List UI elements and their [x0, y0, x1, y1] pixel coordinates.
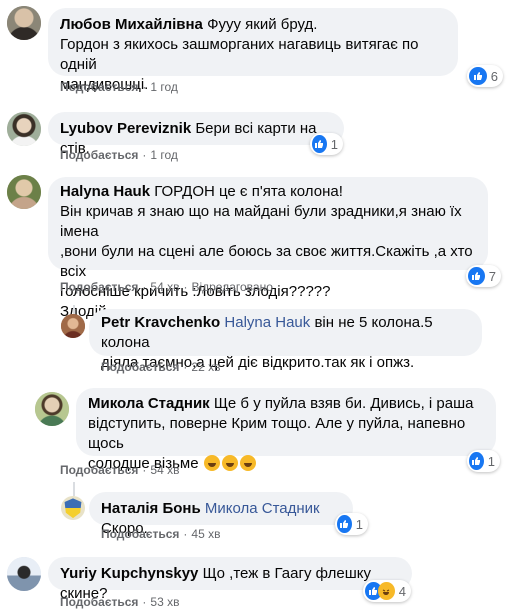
like-button[interactable]: Подобається: [60, 80, 138, 94]
comment-actions: Подобається · 22 хв: [101, 360, 220, 374]
separator: ·: [183, 280, 188, 294]
reaction-summary[interactable]: 1: [310, 133, 343, 155]
avatar[interactable]: [35, 392, 69, 426]
reply-bubble: Petr Kravchenko Halyna Hauk він не 5 кол…: [89, 309, 482, 371]
reaction-summary[interactable]: 1: [467, 450, 500, 472]
avatar[interactable]: [7, 557, 41, 591]
reaction-summary[interactable]: 6: [467, 65, 503, 87]
separator: ·: [142, 463, 147, 477]
like-button[interactable]: Подобається: [101, 360, 179, 374]
comment-time[interactable]: 45 хв: [191, 527, 220, 541]
comment-bubble: Любов Михайлівна Фууу який бруд. Гордон …: [48, 8, 458, 93]
avatar[interactable]: [61, 314, 85, 338]
separator: ·: [142, 148, 147, 162]
comment-author[interactable]: Любов Михайлівна: [60, 16, 203, 33]
reply-bubble: Наталія Бонь Микола Стадник Скоро.: [89, 492, 353, 537]
comment-bubble: Lyubov Pereviznik Бери всі карти на стів…: [48, 112, 344, 157]
separator: ·: [142, 595, 147, 609]
comment-text: Ще б у пуйла взяв би. Дивись, і раша: [213, 395, 474, 412]
comment-time[interactable]: 54 хв: [150, 463, 179, 477]
separator: ·: [142, 80, 147, 94]
reaction-count: 4: [398, 583, 406, 599]
comment-author[interactable]: Halyna Hauk: [60, 183, 150, 200]
like-button[interactable]: Подобається: [60, 463, 138, 477]
reaction-summary[interactable]: 4: [363, 580, 411, 602]
avatar[interactable]: [7, 112, 41, 146]
haha-icon: [377, 582, 395, 600]
comment-text: ,вони були на сцені але боюсь за своє жи…: [60, 243, 477, 280]
comment-text: Фууу який бруд.: [207, 16, 318, 33]
comment-actions: Подобається · 54 хв · Відредаговано: [60, 280, 273, 294]
comment-bubble: Halyna Hauk ГОРДОН це є п'ята колона! Ві…: [48, 177, 488, 320]
reaction-count: 1: [330, 136, 338, 152]
comment-author[interactable]: Petr Kravchenko: [101, 314, 220, 331]
comment-author[interactable]: Микола Стадник: [88, 395, 210, 412]
like-icon: [312, 135, 327, 153]
separator: ·: [142, 280, 147, 294]
comment-time[interactable]: 54 хв: [150, 280, 179, 294]
avatar[interactable]: [7, 6, 41, 40]
comment-author[interactable]: Наталія Бонь: [101, 500, 201, 517]
reaction-summary[interactable]: 1: [335, 513, 368, 535]
comment-text: Він кричав я знаю що на майдані були зра…: [60, 203, 466, 240]
comment-author[interactable]: Lyubov Pereviznik: [60, 120, 191, 137]
comment-time[interactable]: 1 год: [150, 80, 178, 94]
thread-line: [73, 482, 75, 496]
comment-text: відступить, поверне Крим тощо. Але у пуй…: [88, 415, 470, 452]
like-icon: [337, 515, 352, 533]
like-button[interactable]: Подобається: [60, 280, 138, 294]
reaction-count: 1: [355, 516, 363, 532]
mention-tag[interactable]: Микола Стадник: [205, 500, 320, 517]
comment-time[interactable]: 53 хв: [150, 595, 179, 609]
edited-label: Відредаговано: [191, 280, 273, 294]
comment-time[interactable]: 1 год: [150, 148, 178, 162]
reaction-count: 1: [487, 453, 495, 469]
avatar[interactable]: [7, 175, 41, 209]
separator: ·: [183, 360, 188, 374]
comment-text: Гордон з якихось зашморганих нагавиць ви…: [60, 36, 423, 73]
laughing-emoji-icon: [221, 455, 238, 471]
comment-bubble: Микола Стадник Ще б у пуйла взяв би. Див…: [76, 388, 496, 472]
like-button[interactable]: Подобається: [60, 148, 138, 162]
reaction-count: 7: [488, 268, 496, 284]
comment-text: ГОРДОН це є п'ята колона!: [154, 183, 343, 200]
comment-actions: Подобається · 1 год: [60, 148, 178, 162]
laughing-emoji-icon: [239, 455, 256, 471]
comment-author[interactable]: Yuriy Kupchynskyy: [60, 565, 198, 582]
avatar[interactable]: [61, 496, 85, 520]
comment-actions: Подобається · 54 хв: [60, 463, 179, 477]
comment-bubble: Yuriy Kupchynskyy Що ,теж в Гаагу флешку…: [48, 557, 412, 602]
comment-actions: Подобається · 45 хв: [101, 527, 220, 541]
laughing-emoji-icon: [203, 455, 220, 471]
reaction-count: 6: [490, 68, 498, 84]
separator: ·: [183, 527, 188, 541]
like-icon: [468, 267, 485, 285]
like-icon: [469, 452, 484, 470]
mention-tag[interactable]: Halyna Hauk: [224, 314, 310, 331]
like-button[interactable]: Подобається: [60, 595, 138, 609]
comment-actions: Подобається · 1 год: [60, 80, 178, 94]
comment-actions: Подобається · 53 хв: [60, 595, 179, 609]
like-icon: [469, 67, 487, 85]
comment-time[interactable]: 22 хв: [191, 360, 220, 374]
reaction-summary[interactable]: 7: [466, 265, 501, 287]
like-button[interactable]: Подобається: [101, 527, 179, 541]
